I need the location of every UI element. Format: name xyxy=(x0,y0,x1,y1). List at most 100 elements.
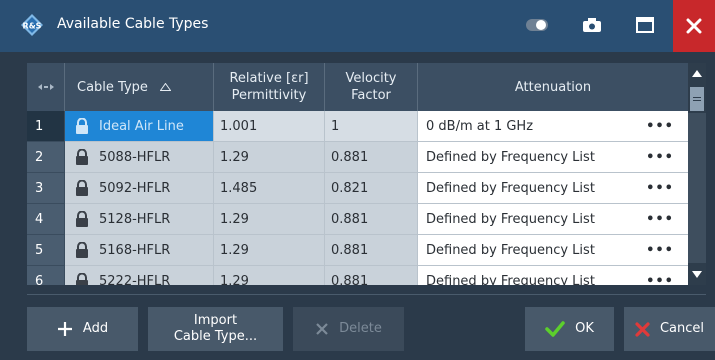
more-options-button[interactable]: ••• xyxy=(646,204,674,234)
arrow-up-icon xyxy=(692,69,702,77)
attenuation-value: Defined by Frequency List xyxy=(426,273,595,286)
cable-type-name: 5128-HFLR xyxy=(99,211,171,227)
cable-type-cell[interactable]: 5222-HFLR xyxy=(65,266,214,285)
cable-type-header-label: Cable Type xyxy=(77,79,148,95)
lock-icon xyxy=(76,273,88,285)
attenuation-cell[interactable]: Defined by Frequency List ••• xyxy=(418,173,688,204)
permittivity-header-line2: Permittivity xyxy=(231,88,307,103)
scroll-down-button[interactable] xyxy=(688,263,706,285)
velocity-header-line2: Factor xyxy=(351,88,391,103)
close-button[interactable] xyxy=(673,0,715,52)
more-options-button[interactable]: ••• xyxy=(646,111,674,141)
column-header-velocity-factor[interactable]: Velocity Factor xyxy=(325,63,418,111)
velocity-factor-cell[interactable]: 0.881 xyxy=(325,142,418,173)
cancel-button[interactable]: Cancel xyxy=(624,307,715,351)
table-row[interactable]: 4 5128-HFLR 1.29 0.881 Defined by Freque… xyxy=(27,204,688,235)
attenuation-cell[interactable]: Defined by Frequency List ••• xyxy=(418,204,688,235)
import-cable-type-button[interactable]: Import Cable Type... xyxy=(148,307,283,351)
permittivity-cell[interactable]: 1.29 xyxy=(214,204,325,235)
delete-button[interactable]: Delete xyxy=(293,307,404,351)
lock-icon xyxy=(76,149,88,165)
velocity-factor-cell[interactable]: 0.881 xyxy=(325,266,418,285)
plus-icon xyxy=(57,322,72,336)
column-index-header[interactable] xyxy=(27,63,65,111)
attenuation-cell[interactable]: Defined by Frequency List ••• xyxy=(418,235,688,266)
more-options-button[interactable]: ••• xyxy=(646,173,674,203)
window-title: Available Cable Types xyxy=(57,16,209,32)
checkmark-icon xyxy=(545,321,565,337)
permittivity-cell[interactable]: 1.485 xyxy=(214,173,325,204)
resize-arrows-icon xyxy=(37,84,54,90)
scroll-thumb[interactable] xyxy=(690,87,704,111)
cable-type-name: Ideal Air Line xyxy=(99,118,184,134)
more-options-button[interactable]: ••• xyxy=(646,142,674,172)
column-header-attenuation[interactable]: Attenuation xyxy=(418,63,688,111)
row-index[interactable]: 2 xyxy=(27,142,65,173)
more-options-button[interactable]: ••• xyxy=(646,235,674,265)
cable-type-name: 5088-HFLR xyxy=(99,149,171,165)
delete-button-label: Delete xyxy=(339,321,382,336)
cancel-button-label: Cancel xyxy=(659,321,705,336)
attenuation-cell[interactable]: Defined by Frequency List ••• xyxy=(418,266,688,285)
import-label-line1: Import xyxy=(193,313,238,328)
table-row[interactable]: 1 Ideal Air Line 1.001 1 0 dB/m at 1 GHz… xyxy=(27,111,688,142)
table-scrollbar[interactable] xyxy=(688,63,706,285)
permittivity-cell[interactable]: 1.29 xyxy=(214,266,325,285)
attenuation-value: Defined by Frequency List xyxy=(426,180,595,196)
cancel-x-icon xyxy=(635,321,650,337)
rs-logo-icon: R&S xyxy=(21,14,43,36)
arrow-down-icon xyxy=(692,270,702,278)
attenuation-value: 0 dB/m at 1 GHz xyxy=(426,118,534,134)
row-index[interactable]: 3 xyxy=(27,173,65,204)
attenuation-value: Defined by Frequency List xyxy=(426,242,595,258)
cable-type-name: 5168-HFLR xyxy=(99,242,171,258)
attenuation-cell[interactable]: Defined by Frequency List ••• xyxy=(418,142,688,173)
scroll-up-button[interactable] xyxy=(688,63,706,83)
delete-x-icon xyxy=(316,323,328,335)
velocity-factor-cell[interactable]: 0.821 xyxy=(325,173,418,204)
more-options-button[interactable]: ••• xyxy=(646,266,674,285)
title-bar: R&S Available Cable Types xyxy=(0,0,715,52)
toggle-icon[interactable] xyxy=(526,14,548,36)
ok-button-label: OK xyxy=(575,321,594,336)
import-label-line2: Cable Type... xyxy=(173,329,258,344)
attenuation-cell[interactable]: 0 dB/m at 1 GHz ••• xyxy=(418,111,688,142)
cable-type-cell[interactable]: 5088-HFLR xyxy=(65,142,214,173)
velocity-factor-cell[interactable]: 0.881 xyxy=(325,235,418,266)
row-index[interactable]: 6 xyxy=(27,266,65,285)
permittivity-cell[interactable]: 1.29 xyxy=(214,235,325,266)
column-header-cable-type[interactable]: Cable Type xyxy=(65,63,214,111)
row-index[interactable]: 1 xyxy=(27,111,65,142)
row-index[interactable]: 5 xyxy=(27,235,65,266)
cable-type-name: 5222-HFLR xyxy=(99,273,171,286)
cable-type-cell[interactable]: Ideal Air Line xyxy=(65,111,214,142)
divider xyxy=(27,294,706,295)
cable-type-cell[interactable]: 5168-HFLR xyxy=(65,235,214,266)
cable-types-table: Cable Type Relative [εr] Permittivity Vel… xyxy=(27,63,688,285)
table-row[interactable]: 3 5092-HFLR 1.485 0.821 Defined by Frequ… xyxy=(27,173,688,204)
permittivity-header-line1: Relative [εr] xyxy=(229,71,309,86)
permittivity-cell[interactable]: 1.29 xyxy=(214,142,325,173)
attenuation-value: Defined by Frequency List xyxy=(426,211,595,227)
cable-type-cell[interactable]: 5092-HFLR xyxy=(65,173,214,204)
ok-button[interactable]: OK xyxy=(525,307,614,351)
cable-type-cell[interactable]: 5128-HFLR xyxy=(65,204,214,235)
table-row[interactable]: 5 5168-HFLR 1.29 0.881 Defined by Freque… xyxy=(27,235,688,266)
add-button-label: Add xyxy=(82,321,109,336)
svg-text:R&S: R&S xyxy=(23,22,42,31)
sort-ascending-icon xyxy=(159,83,171,91)
table-row[interactable]: 6 5222-HFLR 1.29 0.881 Defined by Freque… xyxy=(27,266,688,285)
lock-icon xyxy=(76,118,88,134)
permittivity-cell[interactable]: 1.001 xyxy=(214,111,325,142)
velocity-factor-cell[interactable]: 0.881 xyxy=(325,204,418,235)
camera-icon[interactable] xyxy=(581,14,603,36)
table-row[interactable]: 2 5088-HFLR 1.29 0.881 Defined by Freque… xyxy=(27,142,688,173)
scroll-track[interactable] xyxy=(688,113,706,263)
maximize-icon[interactable] xyxy=(634,14,656,36)
column-header-permittivity[interactable]: Relative [εr] Permittivity xyxy=(214,63,325,111)
velocity-factor-cell[interactable]: 1 xyxy=(325,111,418,142)
close-icon xyxy=(686,18,702,34)
lock-icon xyxy=(76,211,88,227)
add-button[interactable]: Add xyxy=(27,307,138,351)
row-index[interactable]: 4 xyxy=(27,204,65,235)
